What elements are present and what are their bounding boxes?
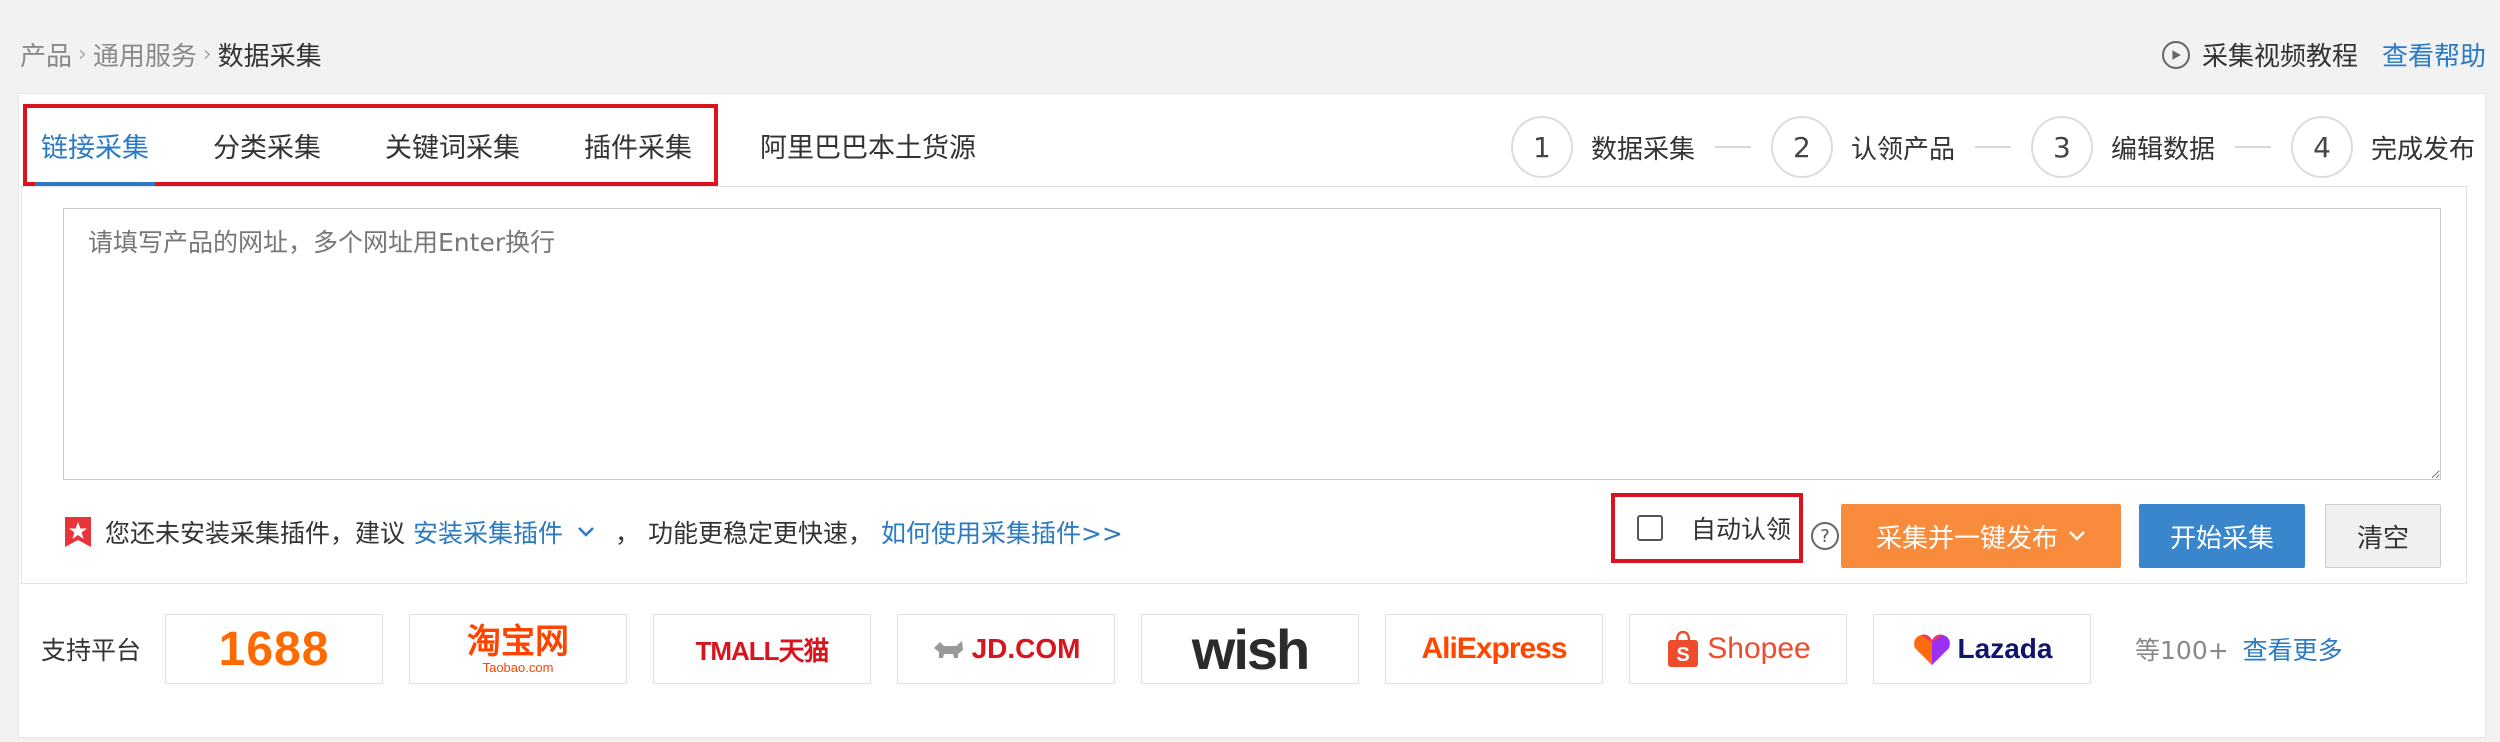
logo-tmall-text: TMALL天猫 <box>695 635 829 666</box>
play-icon[interactable] <box>2161 40 2190 69</box>
auto-claim-checkbox[interactable] <box>1637 515 1663 541</box>
logo-1688-text: 1688 <box>218 622 330 676</box>
bookmark-star-icon <box>65 517 91 547</box>
auto-claim-toggle[interactable]: 自动认领 <box>1611 493 1803 563</box>
svg-text:S: S <box>1677 644 1690 666</box>
logo-aliexpress[interactable]: AliExpress <box>1385 614 1604 684</box>
step-connector <box>1974 146 2011 148</box>
collection-panel: 链接采集 分类采集 关键词采集 插件采集 阿里巴巴本土货源 1 数据采集 2 认… <box>18 93 2486 738</box>
clear-button[interactable]: 清空 <box>2325 504 2441 568</box>
supported-platforms: 支持平台 1688 淘宝网 Taobao.com TMALL天猫 JD.COM … <box>41 614 2343 684</box>
logo-lazada-label: Lazada <box>1957 633 2053 664</box>
step-label: 认领产品 <box>1850 134 1955 165</box>
install-plugin-label: 安装采集插件 <box>413 519 564 548</box>
start-collect-button[interactable]: 开始采集 <box>2139 504 2305 568</box>
plugin-hint: 您还未安装采集插件，建议 安装采集插件 ， 功能更稳定更快速， 如何使用采集插件… <box>63 514 1123 550</box>
help-area: 采集视频教程 查看帮助 <box>2161 36 2486 73</box>
step-1: 1 数据采集 <box>1510 116 1695 178</box>
how-to-plugin-link[interactable]: 如何使用采集插件>> <box>881 514 1123 550</box>
auto-claim-label: 自动认领 <box>1691 515 1792 544</box>
tab-link-collect[interactable]: 链接采集 <box>35 108 155 186</box>
tab-plugin-collect[interactable]: 插件采集 <box>584 108 692 182</box>
logo-taobao-text: 淘宝网 Taobao.com <box>467 625 569 674</box>
chevron-down-icon <box>578 527 594 537</box>
hint-text: 您还未安装采集插件，建议 <box>105 519 406 548</box>
jd-dog-icon <box>933 641 963 658</box>
step-number: 4 <box>2290 116 2353 178</box>
video-tutorial-link[interactable]: 采集视频教程 <box>2202 36 2358 73</box>
lazada-heart-icon <box>1913 634 1950 665</box>
tab-category-collect[interactable]: 分类采集 <box>213 108 321 182</box>
logo-shopee[interactable]: S Shopee <box>1629 614 1848 684</box>
logo-shopee-label: Shopee <box>1707 632 1811 665</box>
question-icon[interactable]: ? <box>1811 522 1839 550</box>
step-connector <box>1714 146 1751 148</box>
step-3: 3 编辑数据 <box>2030 116 2215 178</box>
hint-text-2: ， 功能更稳定更快速， <box>615 519 873 548</box>
logo-tmall[interactable]: TMALL天猫 <box>653 614 872 684</box>
collect-and-publish-label: 采集并一键发布 <box>1875 523 2058 554</box>
logo-1688[interactable]: 1688 <box>165 614 384 684</box>
url-input[interactable] <box>63 208 2441 480</box>
progress-steps: 1 数据采集 2 认领产品 3 编辑数据 4 完成发布 <box>1510 110 2475 184</box>
shopee-bag-icon: S <box>1668 630 1699 667</box>
step-connector <box>2234 146 2271 148</box>
logo-jd[interactable]: JD.COM <box>897 614 1116 684</box>
tab-keyword-collect[interactable]: 关键词采集 <box>385 108 520 182</box>
logo-taobao-sub: Taobao.com <box>482 659 554 675</box>
breadcrumb-item-products[interactable]: 产品 <box>20 36 72 73</box>
more-platforms-count: 等100+ <box>2135 636 2229 665</box>
step-2: 2 认领产品 <box>1770 116 1955 178</box>
breadcrumb-current: 数据采集 <box>217 42 322 72</box>
logo-aliexpress-text: AliExpress <box>1421 632 1567 665</box>
tab-bar: 链接采集 分类采集 关键词采集 插件采集 阿里巴巴本土货源 <box>23 104 1040 186</box>
platforms-label: 支持平台 <box>41 636 142 665</box>
install-plugin-link[interactable]: 安装采集插件 <box>413 514 595 550</box>
breadcrumb-separator-icon: › <box>78 42 87 67</box>
step-4: 4 完成发布 <box>2290 116 2475 178</box>
breadcrumb: 产品 › 通用服务 › 数据采集 <box>20 36 322 73</box>
logo-taobao-main: 淘宝网 <box>467 622 570 661</box>
more-platforms: 等100+ 查看更多 <box>2135 631 2343 667</box>
tab-group-highlighted: 链接采集 分类采集 关键词采集 插件采集 <box>23 104 718 186</box>
step-label: 数据采集 <box>1590 134 1695 165</box>
tab-alibaba-local[interactable]: 阿里巴巴本土货源 <box>760 106 976 184</box>
step-label: 编辑数据 <box>2110 134 2215 165</box>
view-help-link[interactable]: 查看帮助 <box>2382 36 2486 73</box>
view-more-link[interactable]: 查看更多 <box>2243 636 2343 665</box>
breadcrumb-separator-icon: › <box>202 42 212 67</box>
logo-taobao[interactable]: 淘宝网 Taobao.com <box>409 614 628 684</box>
breadcrumb-item-general-services[interactable]: 通用服务 <box>93 36 197 73</box>
logo-lazada-text: Lazada <box>1912 632 2053 666</box>
logo-lazada[interactable]: Lazada <box>1873 614 2092 684</box>
step-label: 完成发布 <box>2370 134 2475 165</box>
step-number: 1 <box>1510 116 1573 178</box>
step-number: 2 <box>1770 116 1833 178</box>
collect-and-publish-button[interactable]: 采集并一键发布 <box>1841 504 2121 568</box>
logo-jd-label: JD.COM <box>971 633 1081 664</box>
step-number: 3 <box>2030 116 2093 178</box>
logo-shopee-text: S Shopee <box>1665 629 1811 669</box>
logo-jd-text: JD.COM <box>932 633 1081 665</box>
logo-wish-text: wish <box>1191 617 1310 681</box>
logo-wish[interactable]: wish <box>1141 614 1360 684</box>
chevron-down-icon <box>2069 531 2085 541</box>
